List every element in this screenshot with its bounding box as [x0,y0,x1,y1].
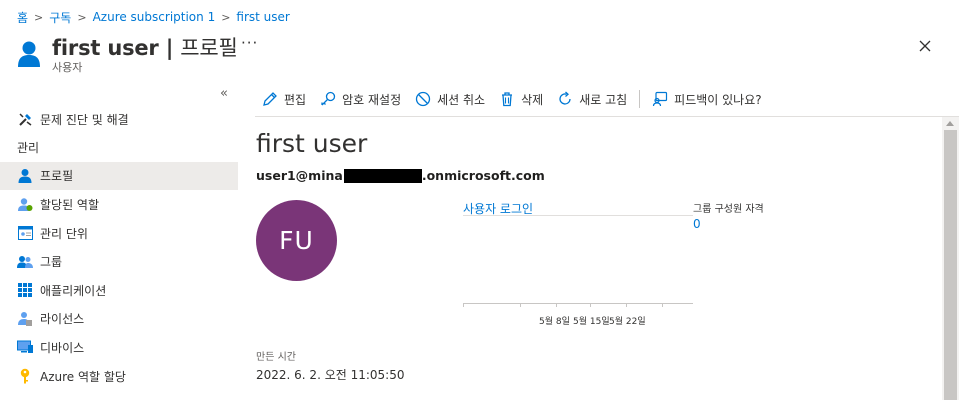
breadcrumb-subscriptions[interactable]: 구독 [49,9,71,26]
chart-top-line [463,215,693,216]
upn-prefix: user1@mina [256,168,343,183]
group-memberships-title: 그룹 구성원 자격 [693,204,764,215]
sidebar-item-label: 관리 단위 [40,226,88,241]
user-principal-name: user1@mina .onmicrosoft.com [256,168,545,183]
breadcrumb-separator: > [34,10,44,24]
scrollbar-thumb[interactable] [944,130,957,400]
sidebar-item-label: 디바이스 [40,340,85,355]
scroll-up-arrow[interactable] [946,121,954,126]
sidebar: 문제 진단 및 해결 관리 프로필 할당된 역할 관리 단위 그룹 애플리케이션… [0,105,238,390]
sidebar-item-assigned-roles[interactable]: 할당된 역할 [0,190,238,219]
groups-icon [17,254,33,270]
sidebar-item-label: 그룹 [40,255,63,270]
breadcrumb-current[interactable]: first user [236,10,289,24]
refresh-icon [559,91,571,105]
feedback-icon [653,91,668,107]
breadcrumb-subscription[interactable]: Azure subscription 1 [93,10,216,24]
sidebar-item-profile[interactable]: 프로필 [0,161,238,191]
breadcrumb: 홈 > 구독 > Azure subscription 1 > first us… [17,8,290,26]
refresh-button[interactable]: 새로 고침 [557,91,627,108]
sidebar-item-admin-units[interactable]: 관리 단위 [0,219,238,248]
chart-tick-label: 5월 15일 [573,317,610,327]
sidebar-section-manage: 관리 [17,141,40,156]
delete-button[interactable]: 삭제 [499,91,543,108]
more-options-button[interactable]: ··· [241,34,258,52]
chart-tick [626,303,627,307]
feedback-label: 피드백이 있나요? [674,92,762,107]
user-display-name: first user [256,129,368,158]
wrench-icon [17,111,33,127]
sidebar-item-label: 라이선스 [40,312,85,327]
upn-suffix: .onmicrosoft.com [421,168,545,183]
delete-label: 삭제 [521,92,544,107]
toolbar-divider-line [255,116,959,117]
revoke-sessions-label: 세션 취소 [437,92,486,107]
breadcrumb-home[interactable]: 홈 [17,9,28,26]
refresh-label: 새로 고침 [579,92,628,107]
chart-tick-label: 5월 8일 [539,317,570,327]
revoke-sessions-button[interactable]: 세션 취소 [415,91,485,108]
edit-button[interactable]: 편집 [262,91,306,108]
toolbar-divider [639,90,641,108]
sidebar-item-label: Azure 역할 할당 [40,369,126,384]
licenses-icon [17,311,33,327]
chart-tick [556,303,557,307]
page-title-name: first user [52,36,159,60]
close-button[interactable] [915,36,935,56]
devices-icon [17,339,33,355]
redacted-text [343,168,422,183]
close-icon [919,40,931,52]
chart-tick-label: 5월 22일 [609,317,646,327]
sidebar-item-licenses[interactable]: 라이선스 [0,305,238,334]
sidebar-item-groups[interactable]: 그룹 [0,247,238,276]
sidebar-item-label: 문제 진단 및 해결 [40,112,129,127]
reset-password-label: 암호 재설정 [342,92,402,107]
breadcrumb-separator: > [77,10,87,24]
sidebar-item-label: 할당된 역할 [40,197,100,212]
sidebar-item-devices[interactable]: 디바이스 [0,333,238,362]
trash-icon [502,92,513,107]
page-title-separator: | [158,36,181,60]
collapse-sidebar-button[interactable]: « [220,86,228,101]
feedback-button[interactable]: 피드백이 있나요? [652,91,762,108]
sidebar-item-diagnose[interactable]: 문제 진단 및 해결 [0,105,238,134]
created-time-label: 만든 시간 [256,352,296,363]
page-subtitle: 사용자 [52,61,83,74]
assigned-roles-icon [17,196,33,212]
sidebar-item-azure-role-assignments[interactable]: Azure 역할 할당 [0,362,238,391]
profile-icon [17,168,33,184]
page-title: first user | 프로필 [52,32,238,62]
sidebar-item-label: 애플리케이션 [40,283,107,298]
key-icon [17,368,33,384]
chart-tick [463,303,464,307]
pencil-icon [263,92,277,106]
chart-x-axis [463,303,693,304]
page-title-section: 프로필 [180,36,238,60]
sidebar-item-applications[interactable]: 애플리케이션 [0,276,238,305]
group-memberships-count[interactable]: 0 [693,217,701,231]
chart-tick [520,303,521,307]
chart-tick [662,303,663,307]
admin-unit-icon [17,225,33,241]
chart-tick [590,303,591,307]
user-icon [17,40,41,68]
avatar: FU [256,200,337,281]
breadcrumb-separator: > [221,10,231,24]
block-icon [415,91,431,107]
edit-button-label: 편집 [284,92,307,107]
reset-password-button[interactable]: 암호 재설정 [320,91,401,108]
key-icon [321,91,336,106]
applications-icon [17,282,33,298]
sidebar-item-label: 프로필 [40,169,74,184]
created-time-value: 2022. 6. 2. 오전 11:05:50 [256,368,405,382]
command-bar: 편집 암호 재설정 세션 취소 삭제 새로 고침 피드백이 있나요? [262,88,776,110]
